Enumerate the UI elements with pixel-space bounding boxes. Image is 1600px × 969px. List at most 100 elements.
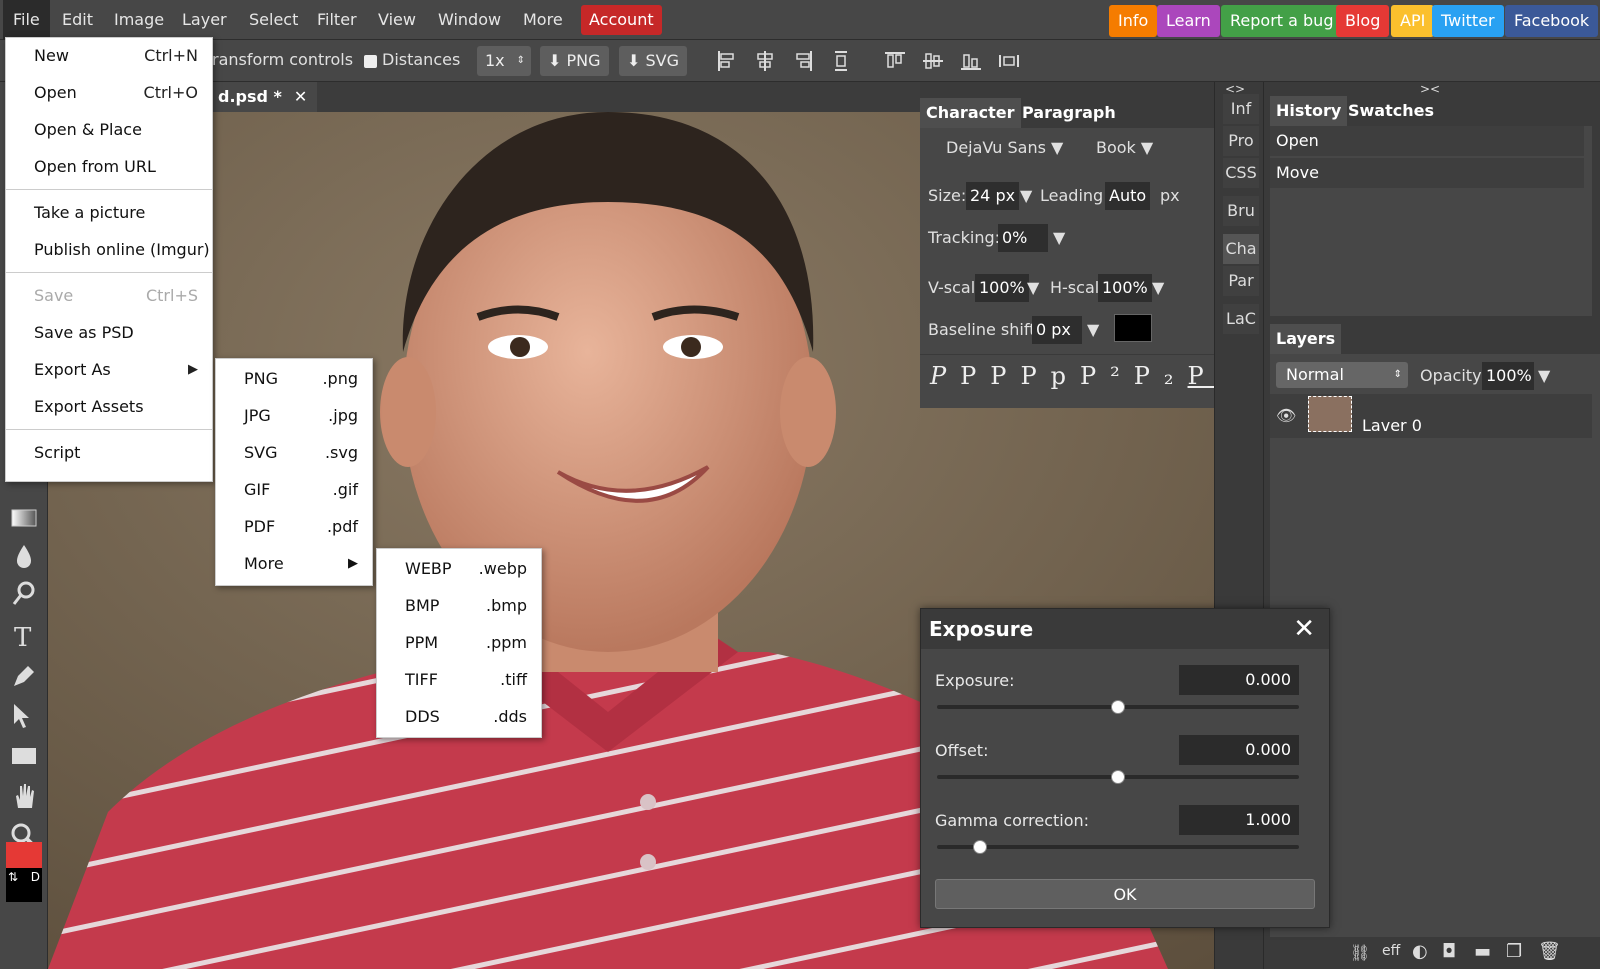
dock-layer-comps[interactable]: LaC: [1223, 304, 1259, 334]
path-select-tool-icon[interactable]: [8, 700, 40, 732]
menu-item-open-url[interactable]: Open from URL: [6, 149, 212, 185]
gamma-slider-knob[interactable]: [973, 840, 988, 854]
blend-mode-select[interactable]: Normal ⇕: [1276, 362, 1408, 388]
export-png[interactable]: PNG .png: [216, 361, 372, 397]
opacity-dropdown-icon[interactable]: ▼: [1538, 366, 1550, 385]
account-button[interactable]: Account: [581, 5, 662, 35]
learn-button[interactable]: Learn: [1157, 5, 1220, 37]
dock-info[interactable]: Inf: [1223, 94, 1259, 124]
size-input[interactable]: 24 px: [966, 182, 1020, 210]
close-icon[interactable]: ✕: [1293, 609, 1315, 649]
export-gif[interactable]: GIF .gif: [216, 472, 372, 508]
align-middle-icon[interactable]: [922, 50, 944, 72]
mask-icon[interactable]: ◘: [1442, 941, 1456, 962]
background-color-swatch[interactable]: ⇅ D: [6, 868, 42, 902]
hscale-dropdown-icon[interactable]: ▼: [1152, 278, 1164, 297]
size-dropdown-icon[interactable]: ▼: [1020, 186, 1032, 205]
export-dds[interactable]: DDS .dds: [377, 699, 541, 735]
baseline-dropdown-icon[interactable]: ▼: [1087, 320, 1099, 339]
distribute-horizontal-icon[interactable]: [998, 50, 1020, 72]
api-button[interactable]: API: [1391, 5, 1435, 37]
menu-file[interactable]: File: [3, 0, 50, 40]
font-family-select[interactable]: DejaVu Sans ▼: [946, 138, 1063, 157]
export-jpg[interactable]: JPG .jpg: [216, 398, 372, 434]
offset-slider-knob[interactable]: [1111, 770, 1125, 784]
export-more[interactable]: More ▶: [216, 546, 372, 582]
new-layer-icon[interactable]: ❐: [1506, 941, 1522, 962]
opacity-input[interactable]: 100%: [1482, 362, 1534, 390]
tab-layers[interactable]: Layers: [1270, 324, 1342, 354]
exposure-slider-knob[interactable]: [1111, 700, 1125, 714]
blur-tool-icon[interactable]: [8, 540, 40, 572]
menu-image[interactable]: Image: [104, 0, 174, 40]
menu-view[interactable]: View: [368, 0, 426, 40]
subscript-p-icon[interactable]: P₂: [1134, 362, 1188, 390]
dodge-tool-icon[interactable]: [8, 578, 40, 610]
export-webp[interactable]: WEBP .webp: [377, 551, 541, 587]
menu-item-open[interactable]: Open Ctrl+O: [6, 75, 212, 111]
italic-p-icon[interactable]: P: [930, 362, 960, 390]
menu-select[interactable]: Select: [239, 0, 308, 40]
font-weight-select[interactable]: Book ▼: [1096, 138, 1153, 157]
align-left-icon[interactable]: [716, 50, 738, 72]
dock-properties[interactable]: Pro: [1223, 126, 1259, 156]
report-bug-button[interactable]: Report a bug: [1221, 5, 1343, 37]
ok-button[interactable]: OK: [935, 879, 1315, 909]
menu-item-open-place[interactable]: Open & Place: [6, 112, 212, 148]
info-button[interactable]: Info: [1109, 5, 1158, 37]
link-icon[interactable]: ⛓: [1350, 943, 1370, 962]
align-right-icon[interactable]: [792, 50, 814, 72]
export-bmp[interactable]: BMP .bmp: [377, 588, 541, 624]
align-center-icon[interactable]: [754, 50, 776, 72]
default-colors-icon[interactable]: D: [31, 870, 40, 884]
export-ppm[interactable]: PPM .ppm: [377, 625, 541, 661]
menu-item-export-assets[interactable]: Export Assets: [6, 389, 212, 425]
export-svg[interactable]: SVG .svg: [216, 435, 372, 471]
swap-colors-icon[interactable]: ⇅: [8, 870, 18, 884]
menu-item-publish-imgur[interactable]: Publish online (Imgur): [6, 232, 212, 268]
menu-edit[interactable]: Edit: [52, 0, 103, 40]
export-pdf[interactable]: PDF .pdf: [216, 509, 372, 545]
tab-paragraph[interactable]: Paragraph: [1016, 98, 1122, 128]
align-top-icon[interactable]: [884, 50, 906, 72]
gamma-slider-track[interactable]: [937, 840, 1299, 854]
distances-checkbox[interactable]: [364, 55, 377, 68]
offset-input[interactable]: 0.000: [1179, 735, 1299, 765]
foreground-color-swatch[interactable]: [6, 842, 42, 868]
adjustment-icon[interactable]: ◐: [1412, 941, 1428, 962]
gradient-tool-icon[interactable]: [8, 502, 40, 534]
folder-icon[interactable]: ▬: [1474, 941, 1491, 962]
eye-icon[interactable]: 👁: [1276, 406, 1296, 425]
smaller-caps-p-icon[interactable]: Pp: [1020, 362, 1080, 390]
distribute-vertical-icon[interactable]: [830, 50, 852, 72]
align-bottom-icon[interactable]: [960, 50, 982, 72]
pen-tool-icon[interactable]: [8, 660, 40, 692]
menu-filter[interactable]: Filter: [307, 0, 367, 40]
menu-item-save-psd[interactable]: Save as PSD: [6, 315, 212, 351]
facebook-button[interactable]: Facebook: [1505, 5, 1599, 37]
exposure-input[interactable]: 0.000: [1179, 665, 1299, 695]
exposure-slider-track[interactable]: [937, 700, 1299, 714]
export-tiff[interactable]: TIFF .tiff: [377, 662, 541, 698]
twitter-button[interactable]: Twitter: [1432, 5, 1504, 37]
dock-character[interactable]: Cha: [1223, 234, 1259, 264]
dock-paragraph[interactable]: Par: [1223, 266, 1259, 296]
menu-more[interactable]: More: [513, 0, 573, 40]
close-tab-icon[interactable]: ✕: [294, 87, 307, 106]
small-caps-p-icon[interactable]: PP: [960, 362, 1020, 390]
blog-button[interactable]: Blog: [1336, 5, 1390, 37]
menu-item-export-as[interactable]: Export As ▶: [6, 352, 212, 388]
transform-controls-label[interactable]: ransform controls: [212, 50, 353, 69]
vscale-dropdown-icon[interactable]: ▼: [1027, 278, 1039, 297]
text-tool-icon[interactable]: T: [8, 620, 40, 652]
document-tab[interactable]: d.psd * ✕: [208, 82, 318, 112]
rectangle-tool-icon[interactable]: [8, 740, 40, 772]
history-entry[interactable]: Open: [1270, 126, 1584, 156]
leading-input[interactable]: Auto: [1105, 182, 1151, 210]
vscale-input[interactable]: 100%: [975, 274, 1029, 302]
layer-row[interactable]: 👁 Laver 0: [1270, 394, 1592, 438]
expand-arrows-icon[interactable]: ><: [1420, 82, 1440, 96]
hscale-input[interactable]: 100%: [1098, 274, 1152, 302]
gamma-input[interactable]: 1.000: [1179, 805, 1299, 835]
menu-item-script[interactable]: Script: [6, 435, 212, 471]
